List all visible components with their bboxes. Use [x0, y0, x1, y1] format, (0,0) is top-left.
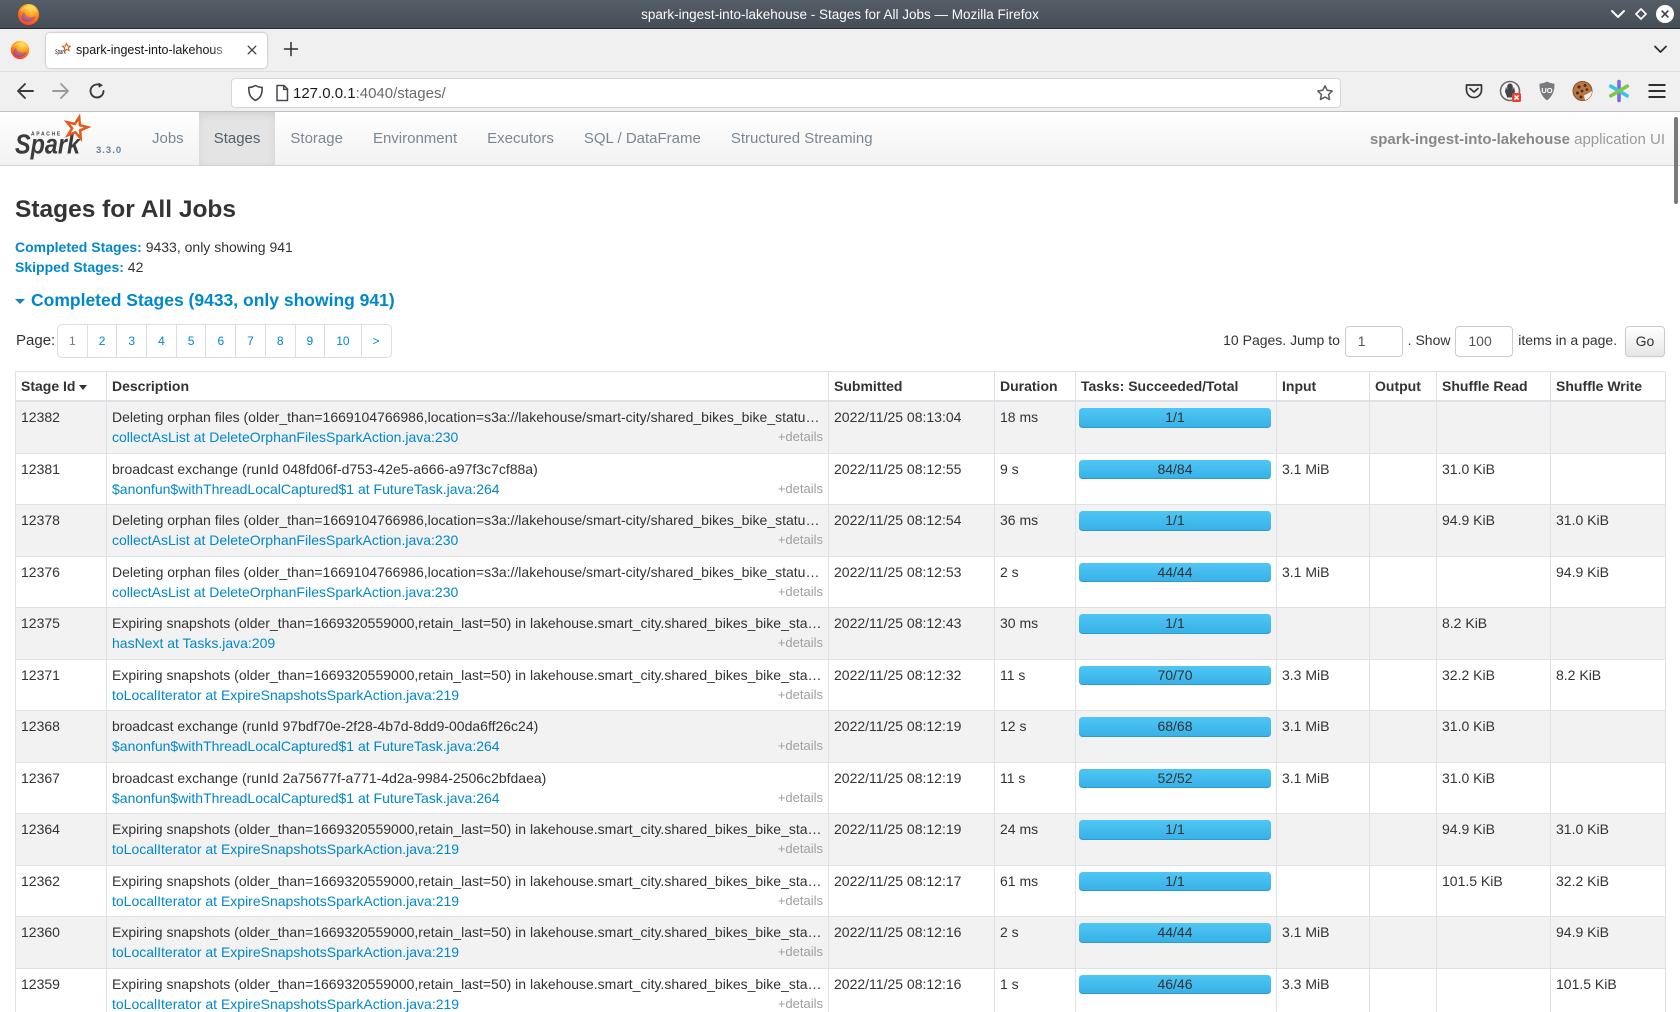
- svg-text:UO: UO: [1541, 86, 1552, 95]
